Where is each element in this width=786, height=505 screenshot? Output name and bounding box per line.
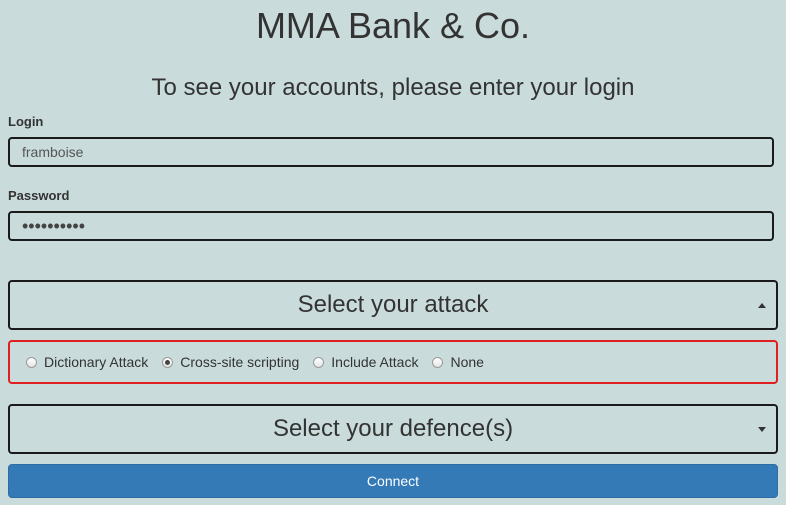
password-value: •••••••••• [22, 215, 86, 236]
radio-label: Dictionary Attack [44, 354, 149, 370]
radio-label: Cross-site scripting [180, 354, 300, 370]
radio-button-icon[interactable] [432, 356, 444, 368]
radio-button-icon[interactable] [313, 356, 325, 368]
attack-options-group: Dictionary Attack Cross-site scripting I… [8, 340, 778, 384]
page-title: MMA Bank & Co. [255, 5, 531, 46]
radio-label: None [450, 354, 484, 370]
page-subtitle: To see your accounts, please enter your … [151, 74, 635, 101]
defence-select-label: Select your defence(s) [272, 415, 514, 442]
radio-label: Include Attack [331, 354, 419, 370]
attack-select-label: Select your attack [297, 291, 489, 318]
login-label: Login [8, 114, 44, 129]
radio-none[interactable]: None [432, 354, 484, 370]
login-value: framboise [22, 144, 84, 160]
login-page: MMA Bank & Co. To see your accounts, ple… [0, 0, 786, 505]
caret-up-icon [758, 303, 766, 308]
radio-include-attack[interactable]: Include Attack [313, 354, 418, 370]
attack-select[interactable]: Select your attack [8, 280, 778, 330]
radio-button-checked-icon[interactable] [162, 356, 174, 368]
password-label: Password [8, 188, 70, 203]
radio-dictionary-attack[interactable]: Dictionary Attack [26, 354, 148, 370]
connect-button[interactable]: Connect [8, 464, 778, 498]
caret-down-icon [758, 427, 766, 432]
radio-cross-site-scripting[interactable]: Cross-site scripting [162, 354, 299, 370]
defence-select[interactable]: Select your defence(s) [8, 404, 778, 454]
radio-button-icon[interactable] [26, 356, 37, 368]
password-input[interactable]: •••••••••• [8, 211, 774, 241]
login-input[interactable]: framboise [8, 137, 774, 167]
